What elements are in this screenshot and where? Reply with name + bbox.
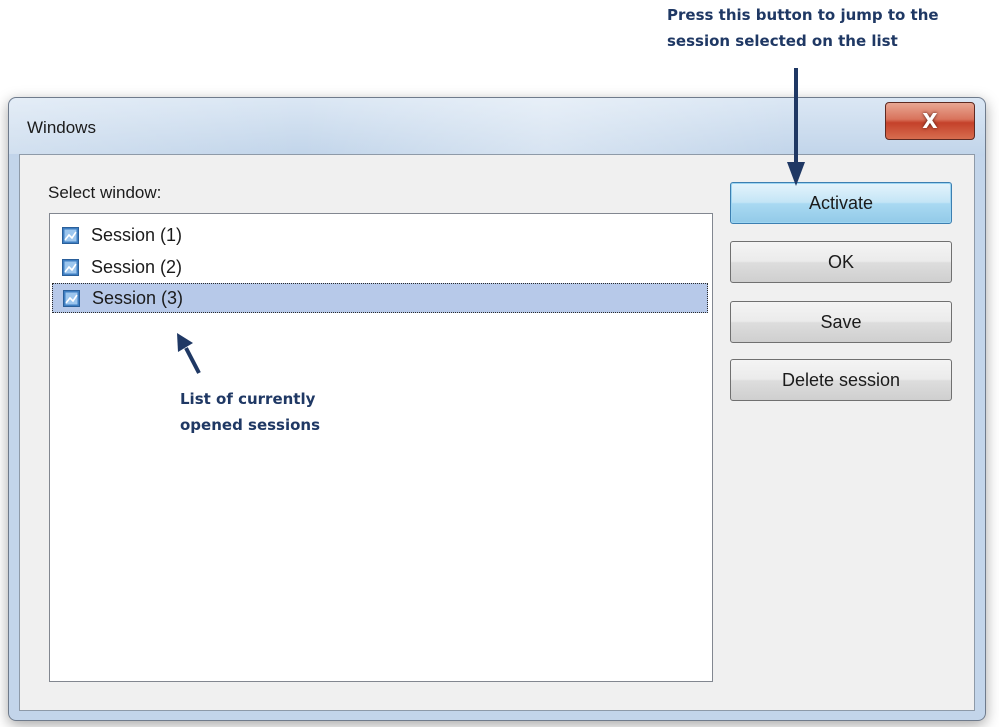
- session-list-callout: List of currently opened sessions: [180, 386, 400, 438]
- list-item-session-3[interactable]: Session (3): [52, 283, 708, 313]
- session-list-callout-line-1: List of currently: [180, 390, 316, 408]
- delete-session-button[interactable]: Delete session: [730, 359, 952, 401]
- activate-button[interactable]: Activate: [730, 182, 952, 224]
- session-list-callout-line-2: opened sessions: [180, 416, 321, 434]
- activate-callout-line-2: session selected on the list: [667, 32, 898, 50]
- save-button[interactable]: Save: [730, 301, 952, 343]
- session-icon: [62, 226, 79, 244]
- session-icon: [62, 258, 79, 276]
- dialog-client-area: Select window: Session (1) Session (2) S…: [19, 154, 975, 711]
- titlebar: Windows X: [9, 98, 985, 154]
- session-icon: [63, 289, 80, 307]
- session-label: Session (2): [91, 256, 183, 277]
- canvas: Press this button to jump to the session…: [0, 0, 999, 727]
- select-window-label: Select window:: [48, 183, 162, 202]
- close-button[interactable]: X: [885, 102, 975, 140]
- ok-button[interactable]: OK: [730, 241, 952, 283]
- activate-callout-line-1: Press this button to jump to the: [667, 6, 939, 24]
- close-icon: X: [922, 109, 938, 133]
- list-item-session-2[interactable]: Session (2): [52, 252, 708, 282]
- session-label: Session (1): [91, 224, 183, 245]
- dialog-title: Windows: [27, 118, 96, 137]
- list-item-session-1[interactable]: Session (1): [52, 220, 708, 250]
- activate-callout: Press this button to jump to the session…: [657, 2, 997, 54]
- windows-dialog: Windows X Select window: Session (1) Ses…: [8, 97, 986, 721]
- session-label: Session (3): [92, 287, 184, 308]
- session-list[interactable]: Session (1) Session (2) Session (3): [49, 213, 713, 682]
